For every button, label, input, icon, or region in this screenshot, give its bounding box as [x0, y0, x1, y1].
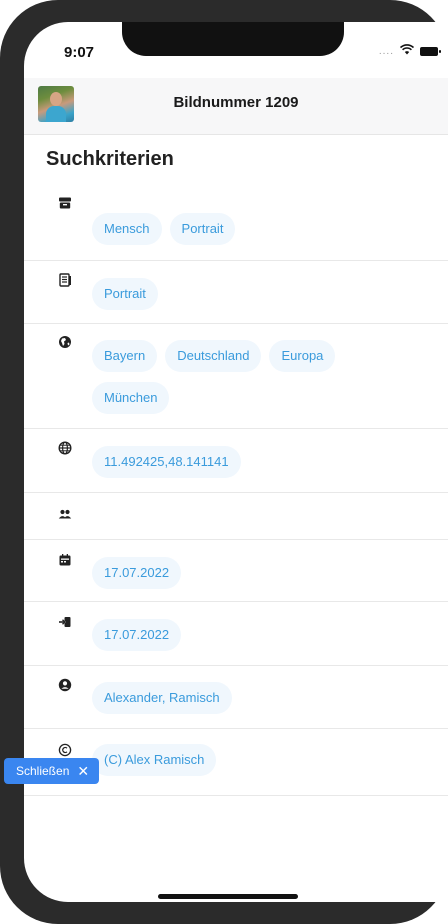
- home-indicator[interactable]: [158, 894, 298, 899]
- criteria-row-people: [24, 493, 448, 540]
- criteria-row-date-taken: 17.07.2022: [24, 540, 448, 602]
- app-header: Bildnummer 1209: [24, 78, 448, 135]
- criteria-row-date-imported: 17.07.2022: [24, 602, 448, 666]
- signal-icon: ....: [378, 45, 394, 57]
- chip-tag[interactable]: 17.07.2022: [92, 557, 182, 589]
- criteria-list: Mensch Portrait Portrait Bayern Deutschl…: [24, 188, 448, 796]
- wifi-icon: [399, 42, 415, 60]
- criteria-row-author: Alexander, Ramisch: [24, 666, 448, 729]
- close-icon: ✕: [77, 763, 90, 779]
- chip-tag[interactable]: München: [92, 382, 170, 414]
- close-button-label: Schließen: [16, 764, 70, 778]
- chip-tag[interactable]: 11.492425,48.141141: [92, 446, 241, 478]
- copyright-icon: [58, 743, 72, 757]
- chip-tag[interactable]: Portrait: [169, 213, 236, 245]
- battery-icon: [420, 46, 441, 56]
- chip-tag[interactable]: Portrait: [92, 278, 158, 310]
- criteria-row-archive: Mensch Portrait: [24, 188, 448, 261]
- phone-frame: 9:07 .... Bildnummer 1209 Suchkriterien: [0, 0, 448, 924]
- globe-grid-icon: [58, 441, 72, 455]
- status-time: 9:07: [64, 44, 95, 61]
- chip-tag[interactable]: Mensch: [92, 213, 162, 245]
- chip-tag[interactable]: Bayern: [92, 340, 158, 372]
- globe-americas-icon: [58, 335, 72, 349]
- calendar-icon: [58, 553, 72, 567]
- chip-tag[interactable]: Alexander, Ramisch: [92, 682, 232, 714]
- user-circle-icon: [58, 678, 72, 692]
- sign-in-icon: [58, 615, 72, 629]
- chip-tag[interactable]: Europa: [269, 340, 336, 372]
- chip-tag[interactable]: 17.07.2022: [92, 619, 182, 651]
- criteria-row-location: Bayern Deutschland Europa München: [24, 324, 448, 429]
- chip-tag[interactable]: Deutschland: [165, 340, 262, 372]
- users-icon: [58, 507, 72, 521]
- criteria-row-document: Portrait: [24, 261, 448, 324]
- document-icon: [58, 273, 72, 287]
- close-button[interactable]: Schließen ✕: [4, 758, 100, 784]
- device-notch: [122, 22, 344, 56]
- page-title: Bildnummer 1209: [173, 94, 299, 111]
- chip-tag[interactable]: (C) Alex Ramisch: [92, 744, 217, 776]
- section-title: Suchkriterien: [46, 148, 174, 170]
- status-icons: ....: [378, 42, 441, 60]
- criteria-row-coordinates: 11.492425,48.141141: [24, 429, 448, 493]
- archive-icon: [58, 196, 72, 210]
